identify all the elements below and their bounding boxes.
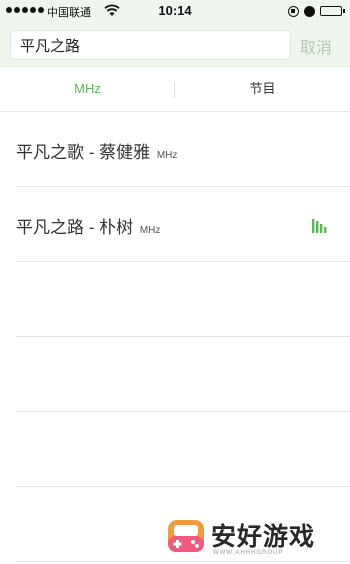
station-name: 平凡之路 - 朴树 xyxy=(16,218,134,237)
empty-row xyxy=(16,412,350,487)
gamepad-icon xyxy=(168,520,204,552)
tab-program[interactable]: 节目 xyxy=(175,67,350,111)
playing-bars-icon xyxy=(312,219,327,233)
empty-row xyxy=(16,262,350,337)
battery-icon xyxy=(320,6,345,16)
list-item[interactable]: 平凡之路 - 朴树 MHz xyxy=(16,187,350,262)
status-bar: 中国联通 10:14 xyxy=(0,0,350,22)
result-list: 平凡之歌 - 蔡健雅 MHz 平凡之路 - 朴树 MHz xyxy=(0,112,350,562)
search-input[interactable] xyxy=(10,30,291,60)
rotation-lock-icon xyxy=(288,5,299,17)
app-screen: 中国联通 10:14 取消 MHz 节目 平凡之歌 - 蔡健 xyxy=(0,0,350,564)
list-item[interactable]: 平凡之歌 - 蔡健雅 MHz xyxy=(16,112,350,187)
list-item-title: 平凡之路 - 朴树 MHz xyxy=(16,213,160,238)
frequency-unit: MHz xyxy=(139,225,161,236)
watermark-subtext: WWW.AHHHGROUP xyxy=(213,550,284,556)
frequency-unit: MHz xyxy=(156,150,178,161)
station-name: 平凡之歌 - 蔡健雅 xyxy=(16,143,151,162)
empty-row xyxy=(16,337,350,412)
list-item-title: 平凡之歌 - 蔡健雅 MHz xyxy=(16,138,177,163)
search-header: 中国联通 10:14 取消 xyxy=(0,0,350,67)
watermark-text: 安好游戏 xyxy=(211,523,316,551)
alarm-icon xyxy=(304,5,315,17)
watermark: 安好游戏 WWW.AHHHGROUP xyxy=(166,512,350,564)
tab-mhz[interactable]: MHz xyxy=(0,67,175,111)
tab-bar: MHz 节目 xyxy=(0,67,350,112)
status-icons xyxy=(288,3,345,19)
cancel-button[interactable]: 取消 xyxy=(300,34,332,58)
